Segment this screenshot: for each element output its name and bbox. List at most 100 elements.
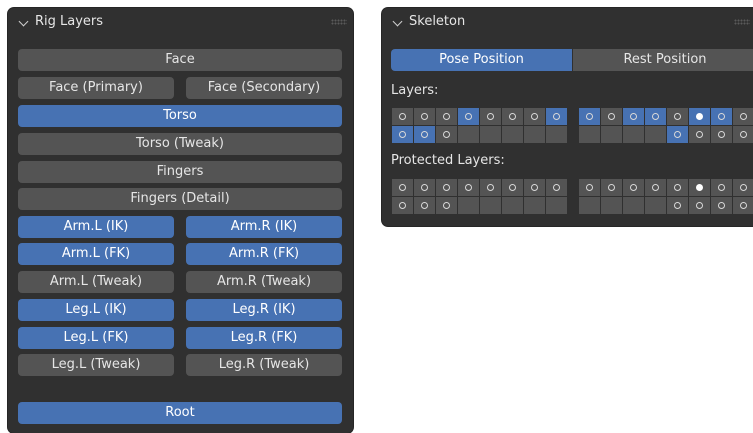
protected-layer-toggle[interactable] xyxy=(392,179,413,196)
layer-toggle[interactable] xyxy=(733,126,753,143)
layer-button-torso-tweak[interactable]: Torso (Tweak) xyxy=(18,133,342,155)
chevron-down-icon[interactable] xyxy=(392,16,403,27)
layer-button-arm-r-ik[interactable]: Arm.R (IK) xyxy=(186,216,342,238)
protected-layer-toggle[interactable] xyxy=(689,179,710,196)
layer-dot-icon xyxy=(608,184,615,191)
layer-toggle[interactable] xyxy=(524,108,545,125)
protected-layer-toggle xyxy=(601,197,622,214)
layer-toggle[interactable] xyxy=(689,108,710,125)
protected-layer-toggle[interactable] xyxy=(667,197,688,214)
layer-toggle[interactable] xyxy=(414,126,435,143)
protected-layer-toggle[interactable] xyxy=(458,179,479,196)
layer-dot-icon xyxy=(553,113,560,120)
protected-layer-toggle[interactable] xyxy=(667,179,688,196)
layer-toggle[interactable] xyxy=(667,108,688,125)
layer-dot-icon xyxy=(487,184,494,191)
layer-dot-icon xyxy=(399,131,406,138)
layer-toggle[interactable] xyxy=(623,108,644,125)
rig-layers-panel: Rig Layers Face Face (Primary) Face (Secon… xyxy=(8,8,353,433)
layer-button-leg-l-tweak[interactable]: Leg.L (Tweak) xyxy=(18,354,174,376)
layer-toggle[interactable] xyxy=(711,126,732,143)
layer-toggle[interactable] xyxy=(436,108,457,125)
drag-grip-icon[interactable] xyxy=(734,19,750,25)
layer-dot-icon xyxy=(421,184,428,191)
layer-button-face-primary[interactable]: Face (Primary) xyxy=(18,77,174,99)
layer-toggle[interactable] xyxy=(689,126,710,143)
layer-button-leg-r-fk[interactable]: Leg.R (FK) xyxy=(186,327,342,349)
protected-layer-toggle[interactable] xyxy=(623,179,644,196)
layer-dot-icon xyxy=(487,113,494,120)
protected-layer-toggle[interactable] xyxy=(546,179,567,196)
pose-position-button[interactable]: Pose Position xyxy=(391,49,572,71)
layer-toggle[interactable] xyxy=(414,108,435,125)
layer-toggle[interactable] xyxy=(502,108,523,125)
layer-dot-icon xyxy=(630,184,637,191)
layer-button-leg-r-ik[interactable]: Leg.R (IK) xyxy=(186,299,342,321)
protected-layer-toggle[interactable] xyxy=(392,197,413,214)
layer-dot-icon xyxy=(696,184,703,191)
layer-button-arm-r-fk[interactable]: Arm.R (FK) xyxy=(186,243,342,265)
layer-dot-icon xyxy=(718,202,725,209)
layer-toggle[interactable] xyxy=(579,108,600,125)
chevron-down-icon[interactable] xyxy=(18,16,29,27)
protected-layer-toggle[interactable] xyxy=(711,197,732,214)
protected-layer-toggle[interactable] xyxy=(689,197,710,214)
layer-button-arm-l-tweak[interactable]: Arm.L (Tweak) xyxy=(18,271,174,293)
layer-dot-icon xyxy=(674,131,681,138)
protected-layer-toggle[interactable] xyxy=(733,179,753,196)
layer-toggle[interactable] xyxy=(458,108,479,125)
layer-toggle[interactable] xyxy=(392,126,413,143)
layer-button-leg-l-fk[interactable]: Leg.L (FK) xyxy=(18,327,174,349)
layer-dot-icon xyxy=(740,113,747,120)
layer-toggle xyxy=(579,126,600,143)
protected-layer-toggle[interactable] xyxy=(502,179,523,196)
protected-layer-toggle[interactable] xyxy=(524,179,545,196)
protected-layer-toggle[interactable] xyxy=(480,179,501,196)
layer-toggle xyxy=(546,126,567,143)
layers-grid-group-2 xyxy=(579,108,753,143)
layer-button-fingers-detail[interactable]: Fingers (Detail) xyxy=(18,188,342,210)
layer-button-fingers[interactable]: Fingers xyxy=(18,161,342,183)
layer-toggle[interactable] xyxy=(546,108,567,125)
protected-layer-toggle xyxy=(546,197,567,214)
skeleton-panel-header[interactable]: Skeleton xyxy=(382,8,753,36)
rig-layers-panel-header[interactable]: Rig Layers xyxy=(8,8,353,36)
protected-layer-toggle[interactable] xyxy=(414,179,435,196)
protected-layer-toggle[interactable] xyxy=(579,179,600,196)
rest-position-button[interactable]: Rest Position xyxy=(573,49,753,71)
protected-layers-label: Protected Layers: xyxy=(391,153,505,168)
layer-toggle[interactable] xyxy=(601,108,622,125)
layer-button-face[interactable]: Face xyxy=(18,49,342,71)
protected-layer-toggle[interactable] xyxy=(711,179,732,196)
layer-dot-icon xyxy=(586,113,593,120)
layer-button-arm-l-fk[interactable]: Arm.L (FK) xyxy=(18,243,174,265)
layer-dot-icon xyxy=(531,113,538,120)
layer-button-arm-l-ik[interactable]: Arm.L (IK) xyxy=(18,216,174,238)
protected-layer-toggle[interactable] xyxy=(733,197,753,214)
protected-layer-toggle[interactable] xyxy=(645,179,666,196)
layer-toggle[interactable] xyxy=(436,126,457,143)
layer-toggle[interactable] xyxy=(645,108,666,125)
layer-toggle[interactable] xyxy=(392,108,413,125)
layer-dot-icon xyxy=(652,184,659,191)
layer-toggle[interactable] xyxy=(667,126,688,143)
layer-toggle[interactable] xyxy=(480,108,501,125)
layer-dot-icon xyxy=(740,184,747,191)
layer-dot-icon xyxy=(443,113,450,120)
protected-layer-toggle[interactable] xyxy=(436,197,457,214)
layer-button-face-secondary[interactable]: Face (Secondary) xyxy=(186,77,342,99)
layer-button-leg-l-ik[interactable]: Leg.L (IK) xyxy=(18,299,174,321)
layer-button-root[interactable]: Root xyxy=(18,402,342,424)
layer-button-leg-r-tweak[interactable]: Leg.R (Tweak) xyxy=(186,354,342,376)
layer-button-arm-r-tweak[interactable]: Arm.R (Tweak) xyxy=(186,271,342,293)
layer-toggle xyxy=(601,126,622,143)
layer-toggle[interactable] xyxy=(711,108,732,125)
layer-toggle xyxy=(623,126,644,143)
protected-layer-toggle[interactable] xyxy=(436,179,457,196)
protected-layer-toggle[interactable] xyxy=(414,197,435,214)
layer-button-torso[interactable]: Torso xyxy=(18,105,342,127)
protected-layer-toggle xyxy=(458,197,479,214)
layer-toggle[interactable] xyxy=(733,108,753,125)
drag-grip-icon[interactable] xyxy=(331,19,347,25)
protected-layer-toggle[interactable] xyxy=(601,179,622,196)
